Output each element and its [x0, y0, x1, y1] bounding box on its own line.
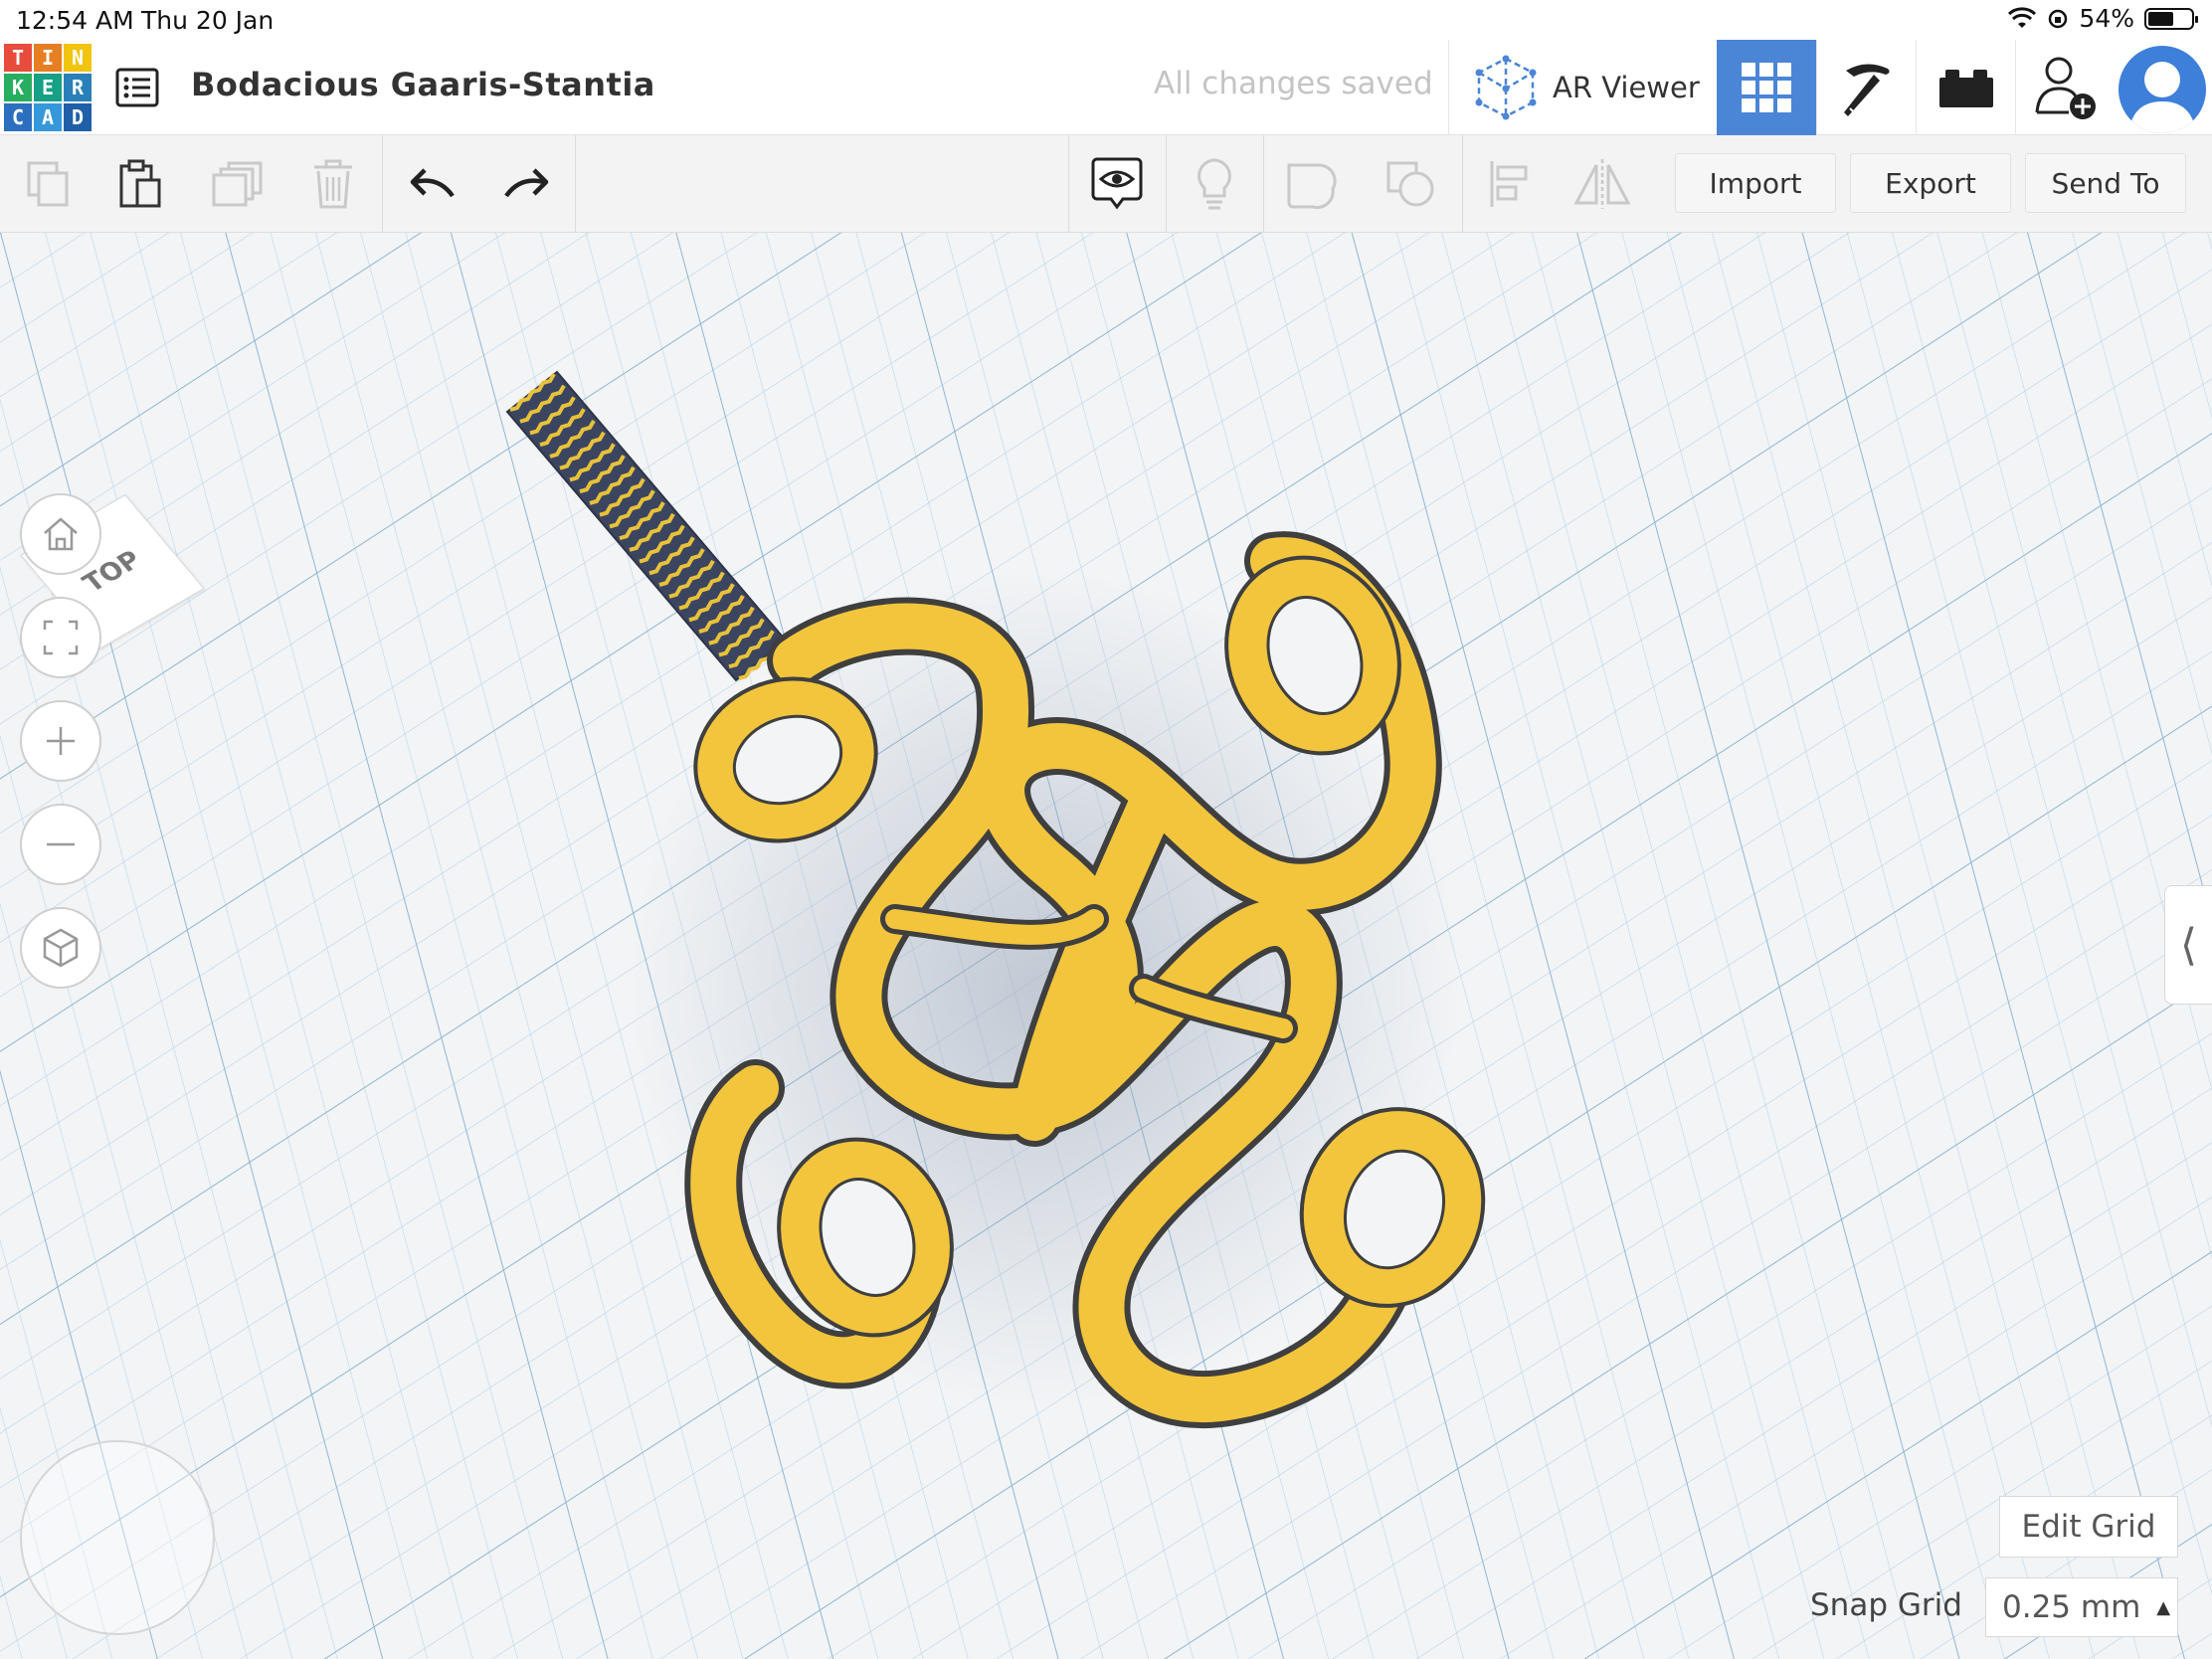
mirror-icon [1573, 159, 1631, 209]
edit-toolbar: Import Export Send To [0, 135, 2212, 233]
redo-icon [504, 168, 549, 198]
battery-icon [2144, 7, 2198, 30]
caret-up-icon: ▲ [2156, 1596, 2171, 1618]
trash-icon [314, 159, 352, 209]
user-avatar[interactable] [2119, 46, 2206, 133]
logo-letter: T [4, 44, 32, 72]
battery-percent: 54% [2079, 4, 2134, 33]
undo-button[interactable] [400, 135, 465, 233]
pickaxe-icon [1843, 64, 1890, 116]
align-icon [1490, 161, 1528, 207]
copy-button[interactable] [16, 135, 82, 233]
eye-bubble-icon [1091, 157, 1143, 210]
duplicate-button[interactable] [205, 135, 271, 233]
perspective-toggle-button[interactable] [20, 907, 101, 989]
paste-button[interactable] [107, 135, 173, 233]
align-button[interactable] [1476, 135, 1542, 233]
notes-button[interactable] [1182, 135, 1247, 233]
duplicate-icon [212, 161, 263, 207]
group-icon [1287, 163, 1337, 210]
mirror-button[interactable] [1569, 135, 1635, 233]
toolbar-separator [1068, 135, 1069, 233]
ar-viewer-label: AR Viewer [1553, 71, 1700, 104]
toolbar-separator [1263, 135, 1264, 233]
logo-letter: K [4, 74, 32, 101]
ungroup-button[interactable] [1379, 135, 1444, 233]
edit-grid-button[interactable]: Edit Grid [1999, 1496, 2178, 1558]
logo-letter: R [64, 74, 92, 101]
fit-view-icon [43, 620, 79, 655]
undo-icon [410, 168, 455, 198]
grid-icon [1742, 63, 1791, 112]
fit-view-button[interactable] [20, 597, 101, 678]
delete-button[interactable] [300, 135, 366, 233]
toolbar-separator [1462, 135, 1463, 233]
import-button[interactable]: Import [1675, 153, 1836, 213]
save-status: All changes saved [1154, 66, 1433, 101]
ar-viewer-button[interactable]: AR Viewer [1448, 40, 1717, 135]
zoom-in-button[interactable] [20, 700, 101, 782]
copy-icon [27, 161, 69, 207]
ungroup-icon [1386, 161, 1434, 207]
home-icon [44, 517, 78, 551]
status-date: Thu 20 Jan [141, 6, 275, 35]
toolbar-separator [382, 135, 383, 233]
add-user-icon [2035, 57, 2096, 119]
cube-icon [43, 928, 79, 968]
blocks-mode-button[interactable] [1816, 40, 1916, 135]
show-all-button[interactable] [1084, 135, 1150, 233]
snap-grid-label: Snap Grid [1810, 1587, 1962, 1623]
toolbar-separator [1166, 135, 1167, 233]
avatar-silhouette-icon [2128, 62, 2196, 133]
logo-letter: I [34, 44, 62, 72]
group-button[interactable] [1279, 135, 1345, 233]
status-right: 54% [2007, 4, 2198, 33]
shapes-panel-toggle[interactable]: ⟨ [2164, 885, 2212, 1005]
app-header: TIN KER CAD Bodacious Gaaris-Stantia All c… [0, 40, 2212, 135]
zoom-out-button[interactable] [20, 804, 101, 885]
plus-icon [47, 727, 75, 755]
minus-icon [47, 842, 75, 846]
chevron-left-icon: ⟨ [2179, 919, 2198, 971]
design-title[interactable]: Bodacious Gaaris-Stantia [191, 66, 655, 103]
orbit-joystick[interactable] [20, 1440, 215, 1635]
toolbar-separator [575, 135, 576, 233]
lightbulb-icon [1198, 158, 1231, 210]
logo-letter: D [64, 103, 92, 131]
send-to-button[interactable]: Send To [2025, 153, 2186, 213]
logo-letter: E [34, 74, 62, 101]
logo-letter: A [34, 103, 62, 131]
3d-design-mode-button[interactable] [1717, 40, 1816, 135]
logo-letter: C [4, 103, 32, 131]
design-list-button[interactable] [111, 62, 163, 113]
snap-grid-select[interactable]: 0.25 mm ▲ [1985, 1577, 2178, 1637]
snap-grid-value: 0.25 mm [2002, 1589, 2141, 1625]
logo-letter: N [64, 44, 92, 72]
home-view-button[interactable] [20, 493, 101, 575]
export-button[interactable]: Export [1850, 153, 2011, 213]
bricks-mode-button[interactable] [1916, 40, 2015, 135]
status-bar: 12:54 AM Thu 20 Jan 54% [0, 0, 2212, 40]
status-time: 12:54 AM [16, 6, 134, 35]
orientation-lock-icon [2049, 9, 2068, 28]
wifi-icon [2008, 6, 2037, 28]
tinkercad-logo[interactable]: TIN KER CAD [4, 44, 92, 131]
workplane[interactable]: TOP ⟨ Edit Grid Snap Grid 0.25 mm ▲ [0, 233, 2212, 1659]
list-icon [115, 68, 159, 107]
workplane-grid [0, 233, 2212, 1659]
brick-icon [1938, 70, 1993, 107]
ar-cube-icon [1475, 55, 1537, 120]
redo-button[interactable] [493, 135, 559, 233]
invite-user-button[interactable] [2015, 40, 2115, 135]
clipboard-icon [119, 159, 161, 208]
